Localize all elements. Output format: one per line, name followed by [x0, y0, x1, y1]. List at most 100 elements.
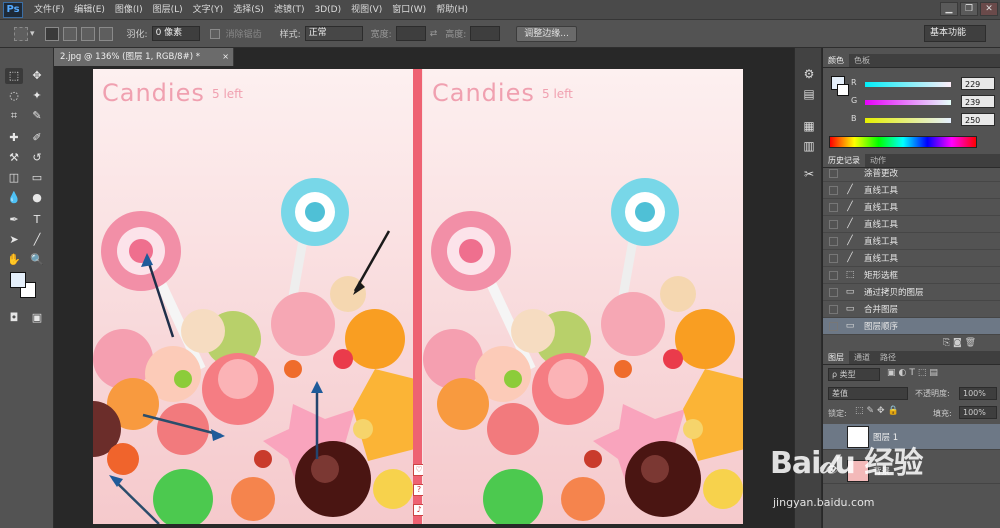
opacity-input[interactable]: 100%: [959, 387, 997, 400]
workspace-select[interactable]: 基本功能: [924, 25, 986, 42]
settings-icon[interactable]: ⚙: [800, 66, 818, 82]
candy-illustration: [93, 178, 413, 524]
tab-swatches[interactable]: 色板: [849, 54, 875, 67]
layer-kind-filter[interactable]: ρ 类型: [828, 368, 880, 381]
toolbox: ⬚ ✥ ◌ ✦ ⌗ ✎ ✚ ✐ ⚒ ↺ ◫ ▭ 💧 ● ✒ T ➤ ╱ ✋ 🔍 …: [0, 48, 54, 528]
menu-3d[interactable]: 3D(D): [309, 0, 346, 20]
properties-icon[interactable]: ▦: [800, 118, 818, 134]
menu-help[interactable]: 帮助(H): [431, 0, 473, 20]
close-icon[interactable]: ×: [222, 48, 229, 66]
quick-mask-icon[interactable]: ◘: [5, 310, 23, 326]
red-value[interactable]: 229: [961, 77, 995, 90]
type-tool-icon[interactable]: T: [28, 212, 46, 228]
path-select-icon[interactable]: ➤: [5, 232, 23, 248]
antialias-checkbox[interactable]: [209, 28, 220, 39]
color-spectrum[interactable]: [829, 136, 977, 148]
history-item[interactable]: ╱ 直线工具: [823, 182, 1000, 199]
crop-tool-icon[interactable]: ⌗: [5, 108, 23, 124]
width-input[interactable]: [395, 26, 426, 41]
healing-brush-icon[interactable]: ✚: [5, 130, 23, 146]
history-brush-icon[interactable]: ↺: [28, 150, 46, 166]
layer-filter-icons[interactable]: ▣◐T⬚▤: [887, 368, 941, 378]
lock-icons[interactable]: ⬚✎✥🔒: [855, 406, 902, 416]
eraser-tool-icon[interactable]: ◫: [5, 170, 23, 186]
close-button[interactable]: ✕: [980, 2, 998, 16]
preset-dropdown-icon[interactable]: ▾: [30, 29, 35, 39]
history-item[interactable]: ╱ 直线工具: [823, 199, 1000, 216]
minimize-button[interactable]: ▁: [940, 2, 958, 16]
add-selection-icon[interactable]: [62, 26, 77, 41]
history-item[interactable]: ╱ 直线工具: [823, 250, 1000, 267]
tab-channels[interactable]: 通道: [849, 351, 875, 364]
dodge-tool-icon[interactable]: ●: [28, 190, 46, 206]
menu-bar: Ps 文件(F) 编辑(E) 图像(I) 图层(L) 文字(Y) 选择(S) 滤…: [0, 0, 1000, 20]
menu-filter[interactable]: 滤镜(T): [269, 0, 310, 20]
refine-edge-button[interactable]: 调整边缘...: [516, 25, 577, 42]
adjustments-icon[interactable]: ▤: [800, 86, 818, 102]
menu-view[interactable]: 视图(V): [346, 0, 387, 20]
height-input[interactable]: [470, 26, 501, 41]
red-slider[interactable]: [865, 82, 951, 87]
blue-label: B: [851, 114, 857, 123]
green-value[interactable]: 239: [961, 95, 995, 108]
app-logo: Ps: [3, 1, 23, 18]
pen-tool-icon[interactable]: ✒: [5, 212, 23, 228]
marquee-preset-icon[interactable]: [14, 26, 28, 41]
layer-icon: ▭: [845, 321, 855, 331]
height-label: 高度:: [445, 30, 467, 40]
menu-edit[interactable]: 编辑(E): [69, 0, 110, 20]
blue-value[interactable]: 250: [961, 113, 995, 126]
history-footer-icons[interactable]: ⎘ ◙ 🗑: [943, 338, 976, 348]
intersect-selection-icon[interactable]: [98, 26, 113, 41]
history-item[interactable]: ╱ 直线工具: [823, 233, 1000, 250]
history-item[interactable]: ▭ 通过拷贝的图层: [823, 284, 1000, 301]
blue-slider[interactable]: [865, 118, 951, 123]
tools-icon[interactable]: ✂: [800, 166, 818, 182]
marquee-tool-icon[interactable]: ⬚: [5, 68, 23, 84]
menu-type[interactable]: 文字(Y): [188, 0, 229, 20]
blur-tool-icon[interactable]: 💧: [5, 190, 23, 206]
screen-mode-icon[interactable]: ▣: [28, 310, 46, 326]
foreground-color-overlay[interactable]: [10, 272, 26, 288]
tab-paths[interactable]: 路径: [875, 351, 901, 364]
feather-input[interactable]: 0 像素: [151, 26, 200, 41]
document-tab[interactable]: 2.jpg @ 136% (图层 1, RGB/8#) * ×: [54, 48, 234, 66]
history-item[interactable]: ⬚ 矩形选框: [823, 267, 1000, 284]
fill-input[interactable]: 100%: [959, 406, 997, 419]
bg-color-chip[interactable]: [837, 84, 849, 96]
eyedropper-icon[interactable]: ✎: [28, 108, 46, 124]
green-slider[interactable]: [865, 100, 951, 105]
green-label: G: [851, 96, 858, 105]
info-icon[interactable]: ▥: [800, 138, 818, 154]
blend-mode-select[interactable]: 差值: [828, 387, 908, 400]
brush-tool-icon[interactable]: ✐: [28, 130, 46, 146]
fill-label: 填充:: [933, 409, 952, 418]
magic-wand-icon[interactable]: ✦: [28, 88, 46, 104]
history-item[interactable]: 涂普更改: [823, 165, 1000, 182]
history-item[interactable]: ▭ 合并图层: [823, 301, 1000, 318]
line-tool-icon[interactable]: ╱: [28, 232, 46, 248]
hand-tool-icon[interactable]: ✋: [5, 252, 23, 268]
canvas[interactable]: Candies 5 left ♡ ? ♪ Candies 5 left: [93, 69, 743, 524]
tab-layers[interactable]: 图层: [823, 351, 849, 364]
tab-color[interactable]: 颜色: [823, 54, 849, 67]
move-tool-icon[interactable]: ✥: [28, 68, 46, 84]
menu-layer[interactable]: 图层(L): [148, 0, 188, 20]
menu-select[interactable]: 选择(S): [228, 0, 269, 20]
new-selection-icon[interactable]: [44, 26, 59, 41]
lasso-tool-icon[interactable]: ◌: [5, 88, 23, 104]
swap-icon[interactable]: ⇄: [430, 29, 438, 39]
style-select[interactable]: 正常: [304, 26, 363, 41]
menu-window[interactable]: 窗口(W): [387, 0, 431, 20]
line-icon: ╱: [847, 185, 853, 195]
subtract-selection-icon[interactable]: [80, 26, 95, 41]
menu-file[interactable]: 文件(F): [29, 0, 69, 20]
history-item-selected[interactable]: ▭ 图层顺序: [823, 318, 1000, 335]
gradient-tool-icon[interactable]: ▭: [28, 170, 46, 186]
menu-image[interactable]: 图像(I): [110, 0, 148, 20]
history-item[interactable]: ╱ 直线工具: [823, 216, 1000, 233]
line-icon: ╱: [847, 236, 853, 246]
zoom-tool-icon[interactable]: 🔍: [28, 252, 46, 268]
restore-button[interactable]: ❐: [960, 2, 978, 16]
clone-stamp-icon[interactable]: ⚒: [5, 150, 23, 166]
